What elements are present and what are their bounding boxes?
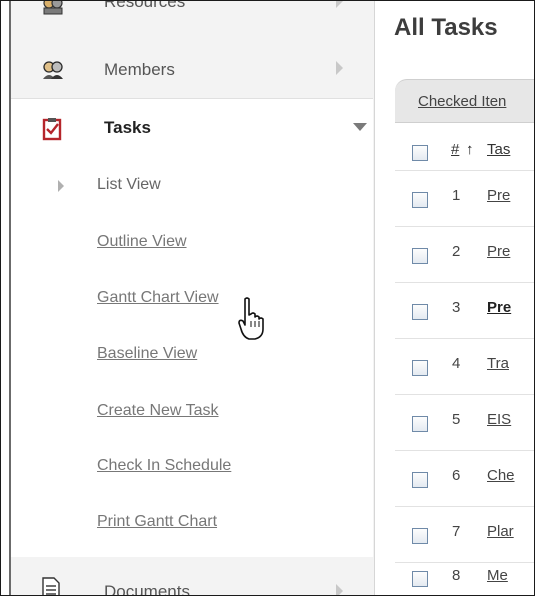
submenu-gantt-chart-view[interactable]: Gantt Chart View xyxy=(97,289,219,307)
tasks-icon xyxy=(41,117,63,141)
task-link[interactable]: Pre xyxy=(487,187,510,204)
row-number: 7 xyxy=(452,523,461,540)
row-checkbox[interactable] xyxy=(412,304,428,320)
chevron-right-icon xyxy=(336,584,343,595)
chevron-right-icon xyxy=(336,1,343,8)
row-checkbox[interactable] xyxy=(412,416,428,432)
row-number: 3 xyxy=(452,299,461,316)
task-link[interactable]: Plar xyxy=(487,523,514,540)
row-checkbox[interactable] xyxy=(412,472,428,488)
submenu-outline-view[interactable]: Outline View xyxy=(97,233,187,251)
resources-icon xyxy=(41,1,63,16)
submenu-create-new-task[interactable]: Create New Task xyxy=(97,402,219,420)
row-checkbox[interactable] xyxy=(412,248,428,264)
row-checkbox[interactable] xyxy=(412,192,428,208)
row-number: 8 xyxy=(452,567,461,584)
row-number: 2 xyxy=(452,243,461,260)
checked-items-menu[interactable]: Checked Iten xyxy=(418,93,506,110)
sidebar-item-documents[interactable]: Documents xyxy=(11,565,373,596)
row-number: 5 xyxy=(452,411,461,428)
chevron-down-icon xyxy=(353,123,367,131)
select-all-checkbox[interactable] xyxy=(412,145,428,161)
caret-right-icon xyxy=(58,180,64,192)
task-link[interactable]: Me xyxy=(487,567,508,584)
task-link[interactable]: Tra xyxy=(487,355,509,372)
row-checkbox[interactable] xyxy=(412,528,428,544)
task-link[interactable]: Che xyxy=(487,467,515,484)
task-link[interactable]: Pre xyxy=(487,243,510,260)
row-number: 1 xyxy=(452,187,461,204)
row-number: 4 xyxy=(452,355,461,372)
row-number: 6 xyxy=(452,467,461,484)
sidebar-item-label: Members xyxy=(104,60,175,79)
sidebar-item-members[interactable]: Members xyxy=(11,41,373,99)
column-header-number[interactable]: # xyxy=(451,141,459,158)
submenu-baseline-view[interactable]: Baseline View xyxy=(97,345,197,363)
submenu-list-view[interactable]: List View xyxy=(97,176,161,194)
members-icon xyxy=(41,59,63,81)
submenu-check-in-schedule[interactable]: Check In Schedule xyxy=(97,457,231,475)
sidebar-item-label: Resources xyxy=(104,0,186,11)
task-link[interactable]: Pre xyxy=(487,299,511,316)
sort-ascending-icon[interactable]: ↑ xyxy=(466,141,474,158)
sidebar-item-tasks[interactable]: Tasks xyxy=(11,98,373,157)
sidebar-item-label: Tasks xyxy=(104,118,151,137)
sidebar-item-label: Documents xyxy=(104,582,190,596)
row-checkbox[interactable] xyxy=(412,571,428,587)
app-frame: Resources Members Tasks List View Outlin… xyxy=(0,0,535,596)
submenu-print-gantt-chart[interactable]: Print Gantt Chart xyxy=(97,513,217,531)
row-checkbox[interactable] xyxy=(412,360,428,376)
page-title: All Tasks xyxy=(394,14,498,41)
task-link[interactable]: EIS xyxy=(487,411,511,428)
documents-icon xyxy=(41,577,63,595)
hand-cursor-icon xyxy=(237,297,267,346)
column-header-task[interactable]: Tas xyxy=(487,141,510,158)
chevron-right-icon xyxy=(336,61,343,75)
sidebar-item-resources[interactable]: Resources xyxy=(11,0,373,22)
